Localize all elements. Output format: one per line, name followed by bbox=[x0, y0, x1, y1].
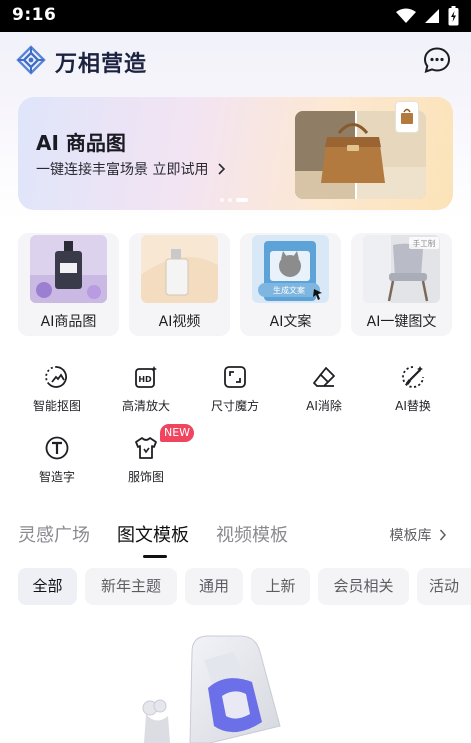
art-caption: 生成文案 bbox=[273, 285, 305, 295]
empty-state-illustration bbox=[142, 635, 281, 743]
magic-wand-icon bbox=[402, 366, 424, 388]
brand-logo-icon bbox=[16, 45, 46, 75]
feature-card-ai-product[interactable]: AI商品图 bbox=[18, 233, 119, 336]
resize-icon bbox=[224, 366, 246, 388]
text-icon bbox=[45, 436, 69, 460]
feature-label: AI文案 bbox=[269, 314, 312, 330]
tab-image-templates[interactable]: 图文模板 bbox=[117, 521, 189, 547]
template-library-label: 模板库 bbox=[389, 528, 432, 544]
svg-text:HD: HD bbox=[138, 375, 152, 384]
chip-new-arrivals[interactable]: 上新 bbox=[251, 568, 310, 605]
tool-ai-replace[interactable]: AI替换 bbox=[373, 365, 453, 425]
feature-cards: AI商品图 AI视频 生成文案 AI文案 手工制 AI一键图文 bbox=[18, 233, 471, 337]
message-icon[interactable] bbox=[423, 46, 451, 74]
banner-thumbnail bbox=[395, 101, 419, 133]
app-title: 万相营造 bbox=[55, 52, 148, 77]
tool-label: 高清放大 bbox=[121, 399, 170, 413]
status-bar: 9:16 bbox=[0, 0, 471, 32]
tool-smart-text[interactable]: 智造字 bbox=[17, 436, 97, 496]
tool-apparel[interactable]: 服饰图 bbox=[106, 436, 186, 496]
promo-banner[interactable]: AI 商品图 一键连接丰富场景 立即试用 bbox=[18, 97, 453, 210]
art-caption: 手工制 bbox=[413, 238, 436, 248]
chevron-right-icon bbox=[439, 529, 447, 541]
tshirt-icon bbox=[135, 437, 157, 459]
chip-all[interactable]: 全部 bbox=[18, 568, 77, 605]
perfume-image bbox=[30, 235, 107, 303]
pagination-dot bbox=[220, 198, 224, 202]
chip-general[interactable]: 通用 bbox=[185, 568, 243, 605]
feature-label: AI视频 bbox=[158, 314, 201, 330]
tab-inspiration[interactable]: 灵感广场 bbox=[18, 521, 90, 547]
tool-ai-erase[interactable]: AI消除 bbox=[284, 365, 364, 425]
cat-food-image: 生成文案 bbox=[252, 235, 329, 303]
tool-label: 智能抠图 bbox=[32, 399, 81, 413]
banner-subtitle-text: 一键连接丰富场景 立即试用 bbox=[36, 162, 209, 178]
banner-title: AI 商品图 bbox=[36, 131, 126, 155]
filter-chips: 全部 新年主题 通用 上新 会员相关 活动 bbox=[18, 568, 471, 606]
tool-label: AI消除 bbox=[306, 399, 342, 413]
hd-upscale-icon: HD bbox=[135, 366, 157, 388]
app-header: 万相营造 bbox=[0, 32, 471, 92]
tab-video-templates[interactable]: 视频模板 bbox=[216, 521, 288, 547]
signal-icon bbox=[425, 9, 439, 23]
chip-new-year[interactable]: 新年主题 bbox=[85, 568, 177, 605]
tool-label: 服饰图 bbox=[127, 470, 164, 484]
status-time: 9:16 bbox=[12, 5, 57, 25]
status-icons bbox=[396, 5, 459, 27]
chip-activities[interactable]: 活动 bbox=[417, 568, 471, 605]
wifi-icon bbox=[396, 8, 416, 23]
chip-membership[interactable]: 会员相关 bbox=[318, 568, 409, 605]
feature-label: AI一键图文 bbox=[366, 314, 437, 330]
feature-card-ai-one-click[interactable]: 手工制 AI一键图文 bbox=[351, 233, 452, 336]
tool-resize[interactable]: 尺寸魔方 bbox=[195, 365, 275, 425]
smart-cutout-icon bbox=[45, 366, 67, 388]
banner-subtitle[interactable]: 一键连接丰富场景 立即试用 bbox=[36, 159, 227, 179]
bottle-image bbox=[141, 235, 218, 303]
tool-label: AI替换 bbox=[395, 399, 431, 413]
active-tab-indicator bbox=[143, 555, 167, 558]
tool-hd-upscale[interactable]: HD 高清放大 bbox=[106, 365, 186, 425]
feature-card-ai-video[interactable]: AI视频 bbox=[129, 233, 230, 336]
tool-smart-cutout[interactable]: 智能抠图 bbox=[17, 365, 97, 425]
eraser-icon bbox=[313, 367, 335, 387]
tool-label: 智造字 bbox=[38, 470, 75, 484]
pagination-dot bbox=[228, 198, 232, 202]
template-library-link[interactable]: 模板库 bbox=[390, 525, 447, 545]
pagination-dot-active bbox=[236, 198, 248, 202]
chevron-right-icon bbox=[218, 163, 226, 175]
feature-label: AI商品图 bbox=[40, 314, 97, 330]
new-badge: NEW bbox=[160, 424, 194, 442]
feature-card-ai-copy[interactable]: 生成文案 AI文案 bbox=[240, 233, 341, 336]
tool-label: 尺寸魔方 bbox=[210, 399, 259, 413]
battery-icon bbox=[448, 6, 459, 26]
chair-image: 手工制 bbox=[363, 235, 440, 303]
banner-pagination bbox=[220, 198, 248, 202]
